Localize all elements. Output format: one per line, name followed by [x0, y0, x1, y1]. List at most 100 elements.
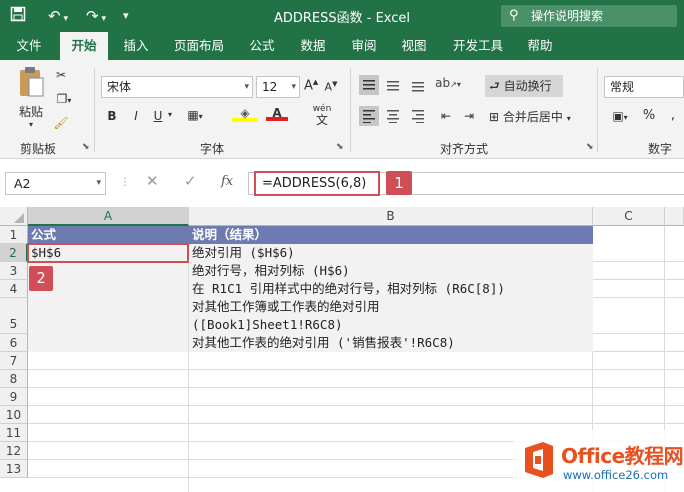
tab-home[interactable]: 开始	[60, 32, 108, 60]
align-right-icon[interactable]	[409, 109, 427, 126]
clipboard-launcher-icon[interactable]: ⬊	[82, 142, 90, 152]
formula-bar: A2 ▾ ⋮ ✕ ✓ fx =ADDRESS(6,8) 1	[0, 159, 684, 207]
group-separator	[350, 68, 351, 152]
format-painter-icon[interactable]: 🖌	[52, 116, 70, 130]
paste-button[interactable]: 粘贴 ▾	[14, 66, 48, 129]
clipboard-group-label: 剪贴板	[20, 142, 57, 156]
insert-function-button[interactable]: fx	[221, 174, 233, 189]
tab-formulas[interactable]: 公式	[240, 32, 284, 60]
office-logo-icon	[525, 442, 553, 478]
fill-color-icon[interactable]: ◈	[232, 106, 258, 122]
row-header-2[interactable]: 2	[0, 244, 28, 262]
cell-b5-line1[interactable]: 对其他工作簿或工作表的绝对引用	[189, 298, 380, 316]
merge-center-button[interactable]: ⊞ 合并后居中 ▾	[489, 108, 589, 128]
percent-button[interactable]: %	[642, 108, 656, 123]
tab-view[interactable]: 视图	[392, 32, 436, 60]
row-header-3[interactable]: 3	[0, 262, 28, 280]
alignment-launcher-icon[interactable]: ⬊	[586, 142, 594, 152]
tab-data[interactable]: 数据	[290, 32, 336, 60]
row-header-12[interactable]: 12	[0, 442, 28, 460]
row-header-9[interactable]: 9	[0, 388, 28, 406]
watermark: Office教程网 www.office26.com	[513, 430, 684, 492]
watermark-brand: Office教程网	[561, 444, 684, 468]
row-header-7[interactable]: 7	[0, 352, 28, 370]
merge-center-label: 合并后居中	[502, 110, 563, 124]
orientation-icon[interactable]: ab↗▾	[435, 76, 461, 90]
column-header-c[interactable]: C	[593, 207, 665, 226]
cancel-icon[interactable]: ✕	[146, 172, 159, 190]
cell-b4[interactable]: 在 R1C1 引用样式中的绝对行号，相对列标 (R6C[8])	[189, 280, 505, 298]
outdent-icon[interactable]: ⇥	[460, 109, 478, 123]
group-separator	[94, 68, 95, 152]
name-box[interactable]: A2 ▾	[5, 172, 106, 195]
worksheet-grid: A B C 1 2 3 4 5 6 7 8 9 10 11 12 13 公式 说…	[0, 207, 684, 492]
row-header-6[interactable]: 6	[0, 334, 28, 352]
group-separator	[597, 68, 598, 152]
tab-review[interactable]: 审阅	[342, 32, 386, 60]
row-header-11[interactable]: 11	[0, 424, 28, 442]
tab-file[interactable]: 文件	[6, 32, 52, 60]
align-center-icon[interactable]	[384, 109, 402, 126]
font-size-value: 12	[262, 80, 278, 94]
cell-b1[interactable]: 说明（结果）	[189, 226, 593, 244]
currency-icon[interactable]: ▣▾	[606, 109, 634, 123]
number-format-value: 常规	[610, 80, 635, 94]
wrap-text-button[interactable]: ⮐ 自动换行	[485, 75, 563, 97]
column-header-b[interactable]: B	[189, 207, 593, 226]
cell-a1[interactable]: 公式	[28, 226, 189, 244]
formula-input[interactable]: =ADDRESS(6,8)	[254, 171, 380, 196]
annotation-badge-2: 2	[29, 266, 53, 291]
bold-button[interactable]: B	[106, 109, 118, 123]
font-size-select[interactable]: 12 ▾	[256, 76, 300, 98]
font-name-value: 宋体	[107, 80, 132, 94]
copy-icon[interactable]: ❐▾	[52, 92, 76, 106]
row-header-10[interactable]: 10	[0, 406, 28, 424]
row-header-13[interactable]: 13	[0, 460, 28, 478]
row-header-1[interactable]: 1	[0, 226, 28, 244]
align-bottom-icon[interactable]	[409, 78, 427, 95]
row-header-4[interactable]: 4	[0, 280, 28, 298]
cell-b2[interactable]: 绝对引用 ($H$6)	[189, 244, 295, 262]
tab-insert[interactable]: 插入	[114, 32, 158, 60]
shrink-font-icon[interactable]: A▼	[324, 80, 338, 94]
tab-help[interactable]: 帮助	[518, 32, 562, 60]
indent-icon[interactable]: ⇤	[437, 109, 455, 123]
select-all-button[interactable]	[0, 207, 28, 226]
chevron-down-icon[interactable]: ▾	[166, 110, 174, 119]
align-middle-icon[interactable]	[384, 78, 402, 95]
underline-button[interactable]: U	[152, 109, 164, 123]
cell-b5-line2[interactable]: ([Book1]Sheet1!R6C8)	[189, 316, 343, 334]
font-name-select[interactable]: 宋体 ▾	[101, 76, 253, 98]
font-color-icon[interactable]: A	[266, 106, 288, 121]
more-options-icon: ⋮	[120, 177, 130, 188]
chevron-down-icon: ▾	[96, 178, 101, 188]
italic-button[interactable]: I	[130, 109, 142, 123]
search-placeholder: 操作说明搜索	[531, 9, 604, 23]
gridline	[28, 405, 684, 406]
annotation-badge-1: 1	[386, 171, 412, 195]
borders-icon[interactable]: ▦▾	[184, 108, 206, 122]
comma-style-icon[interactable]: ,	[666, 108, 680, 123]
column-header-d[interactable]	[665, 207, 684, 226]
phonetic-button[interactable]: wén 文	[310, 104, 334, 128]
annotation-highlight-a2	[27, 243, 189, 263]
cell-b3[interactable]: 绝对行号，相对列标 (H$6)	[189, 262, 350, 280]
row-header-8[interactable]: 8	[0, 370, 28, 388]
tab-page-layout[interactable]: 页面布局	[164, 32, 234, 60]
alignment-group-label: 对齐方式	[440, 142, 489, 156]
number-format-select[interactable]: 常规	[604, 76, 684, 98]
wrap-text-label: 自动换行	[503, 79, 552, 93]
grow-font-icon[interactable]: A▲	[304, 78, 318, 93]
cell-b6[interactable]: 对其他工作表的绝对引用 ('销售报表'!R6C8)	[189, 334, 455, 352]
column-header-a[interactable]: A	[28, 207, 189, 226]
number-group-label: 数字	[648, 142, 673, 156]
enter-icon[interactable]: ✓	[184, 172, 197, 190]
search-box[interactable]: ⚲ 操作说明搜索	[501, 5, 677, 27]
align-left-icon[interactable]	[359, 106, 379, 126]
cut-icon[interactable]: ✂	[52, 68, 70, 82]
tab-developer[interactable]: 开发工具	[444, 32, 512, 60]
row-header-5[interactable]: 5	[0, 298, 28, 334]
merge-icon: ⊞	[489, 110, 500, 124]
align-top-icon[interactable]	[359, 75, 379, 95]
font-launcher-icon[interactable]: ⬊	[336, 142, 344, 152]
